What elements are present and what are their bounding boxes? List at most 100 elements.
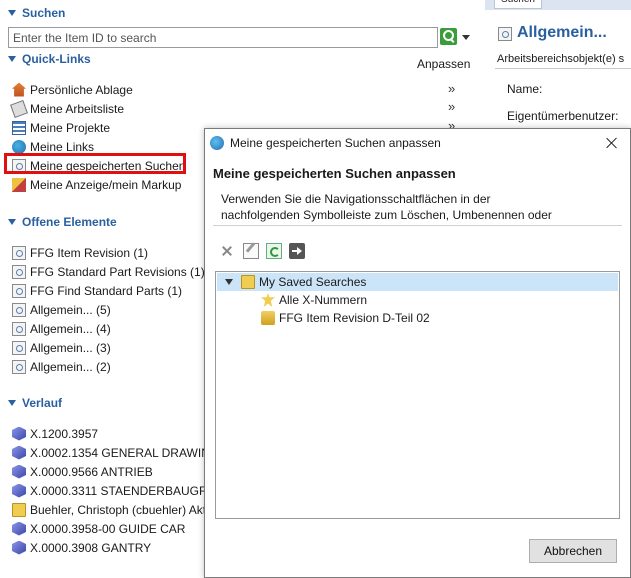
- search-result-icon: [12, 283, 26, 298]
- quick-link-personal-folder[interactable]: Persönliche Ablage: [12, 81, 133, 98]
- delete-icon[interactable]: [219, 243, 235, 259]
- tree-item-saved-search[interactable]: Alle X-Nummern: [261, 291, 367, 309]
- open-item[interactable]: Allgemein... (2): [12, 358, 111, 375]
- open-item[interactable]: Allgemein... (4): [12, 320, 111, 337]
- quick-link-label: Persönliche Ablage: [30, 82, 133, 97]
- worklist-icon: [10, 99, 28, 118]
- quick-link-worklist[interactable]: Meine Arbeitsliste: [10, 99, 125, 118]
- highlight-annotation-box: [4, 153, 186, 174]
- saved-search-icon: [261, 293, 275, 307]
- field-label-owner: Eigentümerbenutzer:: [507, 109, 619, 123]
- open-item-label: FFG Standard Part Revisions (1): [30, 264, 205, 279]
- item-id-search-input[interactable]: [8, 27, 438, 48]
- history-item-label: X.0000.3958-00 GUIDE CAR: [30, 521, 186, 536]
- tree-item-label: FFG Item Revision D-Teil 02: [279, 311, 430, 325]
- history-item-label: X.0002.1354 GENERAL DRAWING |: [30, 445, 226, 460]
- field-label-name: Name:: [507, 82, 543, 96]
- quick-links-section-header[interactable]: Quick-Links: [8, 52, 91, 66]
- app-globe-icon: [210, 136, 224, 150]
- history-item-label: X.0000.3311 STAENDERBAUGRUPP: [30, 483, 233, 498]
- search-button-icon[interactable]: [440, 28, 457, 45]
- rename-icon[interactable]: [243, 243, 259, 259]
- search-section-header[interactable]: Suchen: [8, 6, 65, 20]
- dialog-titlebar[interactable]: Meine gespeicherten Suchen anpassen: [205, 129, 630, 157]
- quick-links-title: Quick-Links: [22, 52, 91, 66]
- dialog-heading: Meine gespeicherten Suchen anpassen: [213, 166, 456, 181]
- search-result-icon: [12, 321, 26, 336]
- cancel-button[interactable]: Abbrechen: [529, 539, 617, 563]
- open-items-title: Offene Elemente: [22, 215, 117, 229]
- history-item[interactable]: X.0000.9566 ANTRIEB: [12, 463, 153, 480]
- search-result-icon: [12, 340, 26, 355]
- quick-link-label: Meine Projekte: [30, 120, 111, 135]
- dialog-description: Verwenden Sie die Navigationsschaltfläch…: [221, 192, 552, 222]
- open-item-label: Allgemein... (5): [30, 302, 111, 317]
- collapse-triangle-icon: [8, 56, 16, 62]
- quick-link-label: Meine Anzeige/mein Markup: [30, 177, 182, 192]
- links-icon: [12, 139, 26, 154]
- search-section-title: Suchen: [22, 6, 66, 20]
- collapse-triangle-icon: [8, 219, 16, 225]
- saved-search-icon: [261, 311, 275, 325]
- item-cube-icon: [12, 445, 26, 460]
- quick-link-projects[interactable]: Meine Projekte: [12, 119, 110, 136]
- object-title: Allgemein...: [517, 24, 607, 41]
- history-item[interactable]: X.0002.1354 GENERAL DRAWING |: [12, 444, 226, 461]
- open-item[interactable]: FFG Item Revision (1): [12, 244, 148, 261]
- history-item-label: X.0000.3908 GANTRY: [30, 540, 152, 555]
- open-item-label: FFG Find Standard Parts (1): [30, 283, 183, 298]
- open-item[interactable]: Allgemein... (3): [12, 339, 111, 356]
- item-cube-icon: [12, 464, 26, 479]
- expand-chevron-icon[interactable]: »: [448, 81, 455, 96]
- history-item[interactable]: X.0000.3908 GANTRY: [12, 539, 151, 556]
- quick-link-label: Meine Links: [30, 139, 95, 154]
- item-cube-icon: [12, 521, 26, 536]
- open-item-label: Allgemein... (2): [30, 359, 111, 374]
- open-item-label: FFG Item Revision (1): [30, 245, 149, 260]
- open-item[interactable]: FFG Find Standard Parts (1): [12, 282, 182, 299]
- open-item-label: Allgemein... (3): [30, 340, 111, 355]
- history-section-header[interactable]: Verlauf: [8, 396, 62, 410]
- refresh-icon[interactable]: [266, 243, 282, 259]
- collapse-triangle-icon[interactable]: [225, 279, 233, 285]
- open-item-label: Allgemein... (4): [30, 321, 111, 336]
- open-item[interactable]: Allgemein... (5): [12, 301, 111, 318]
- close-icon[interactable]: [602, 133, 622, 153]
- history-item[interactable]: Buehler, Christoph (cbuehler) Akt: [12, 501, 206, 518]
- dialog-window-title: Meine gespeicherten Suchen anpassen: [230, 136, 441, 150]
- home-icon: [12, 82, 26, 97]
- search-result-icon: [12, 245, 26, 260]
- collapse-triangle-icon: [8, 400, 16, 406]
- customize-saved-searches-dialog: Meine gespeicherten Suchen anpassen Mein…: [204, 128, 631, 578]
- collapse-triangle-icon: [8, 10, 16, 16]
- history-item-label: X.1200.3957: [30, 426, 99, 441]
- history-item[interactable]: X.0000.3311 STAENDERBAUGRUPP: [12, 482, 232, 499]
- history-item[interactable]: X.0000.3958-00 GUIDE CAR: [12, 520, 185, 537]
- object-subtitle: Arbeitsbereichsobjekt(e) s: [497, 53, 625, 65]
- goto-icon[interactable]: [289, 243, 305, 259]
- open-item[interactable]: FFG Standard Part Revisions (1): [12, 263, 205, 280]
- search-result-icon: [12, 359, 26, 374]
- divider: [495, 68, 631, 69]
- item-cube-icon: [12, 540, 26, 555]
- tree-item-label: Alle X-Nummern: [279, 293, 368, 307]
- quick-link-markup[interactable]: Meine Anzeige/mein Markup: [12, 176, 181, 193]
- history-item-label: X.0000.9566 ANTRIEB: [30, 464, 153, 479]
- quick-link-label: Meine Arbeitsliste: [30, 101, 125, 116]
- divider: [213, 225, 622, 226]
- item-cube-icon: [12, 426, 26, 441]
- tree-root-my-saved-searches[interactable]: My Saved Searches: [217, 273, 618, 291]
- open-items-section-header[interactable]: Offene Elemente: [8, 215, 117, 229]
- item-cube-icon: [12, 483, 26, 498]
- search-object-icon: [498, 27, 512, 41]
- folder-icon: [12, 502, 26, 517]
- tab-suchen[interactable]: Suchen: [494, 0, 542, 9]
- projects-icon: [12, 120, 26, 135]
- tree-item-saved-search[interactable]: FFG Item Revision D-Teil 02: [261, 309, 430, 327]
- customize-quick-links-link[interactable]: Anpassen: [417, 57, 470, 71]
- history-item[interactable]: X.1200.3957: [12, 425, 98, 442]
- saved-searches-tree[interactable]: My Saved Searches Alle X-Nummern FFG Ite…: [215, 271, 620, 519]
- markup-icon: [12, 177, 26, 192]
- search-options-dropdown-icon[interactable]: [462, 35, 470, 40]
- expand-chevron-icon[interactable]: »: [448, 99, 455, 114]
